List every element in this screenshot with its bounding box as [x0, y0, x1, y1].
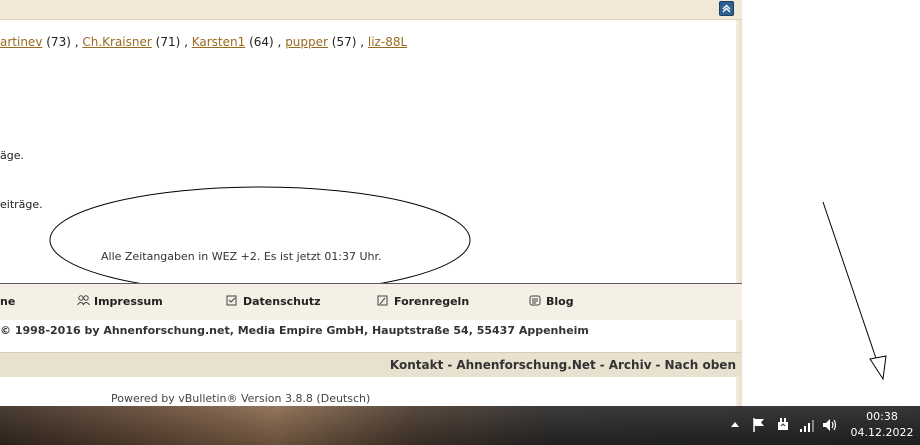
- stats-text-1: äge.: [0, 149, 24, 162]
- footer-blog[interactable]: Blog: [529, 295, 574, 308]
- footer-impressum[interactable]: Impressum: [77, 295, 163, 308]
- rules-icon: [377, 295, 388, 306]
- birthday-age: (57): [331, 35, 357, 49]
- collapse-icon[interactable]: [719, 1, 734, 16]
- show-hidden-icons-icon[interactable]: [730, 417, 740, 433]
- bottom-links: Kontakt - Ahnenforschung.Net - Archiv - Nach o…: [390, 358, 736, 372]
- birthday-user-link[interactable]: Ch.Kraisner: [82, 35, 151, 49]
- footer-datenschutz[interactable]: Datenschutz: [226, 295, 321, 308]
- forum-page: artinev (73) , Ch.Kraisner (71) , Karste…: [0, 0, 742, 406]
- hand-drawn-ellipse: [49, 186, 471, 294]
- separator: ,: [356, 35, 368, 49]
- home-link[interactable]: Ahnenforschung.Net: [456, 358, 595, 372]
- back-to-top-link[interactable]: Nach oben: [665, 358, 737, 372]
- birthday-user-link[interactable]: Karsten1: [192, 35, 246, 49]
- separator: ,: [273, 35, 286, 49]
- privacy-icon: [226, 295, 237, 306]
- clock-date: 04.12.2022: [850, 426, 914, 439]
- footer-navigation: ne Impressum Datenschutz Forenregeln Blo…: [0, 283, 742, 320]
- bottom-link-bar: Kontakt - Ahnenforschung.Net - Archiv - Nach o…: [0, 352, 742, 377]
- clock-time: 00:38: [866, 410, 898, 423]
- birthday-user-link[interactable]: pupper: [285, 35, 328, 49]
- separator: -: [655, 358, 661, 372]
- footer-home-link[interactable]: ne: [0, 295, 15, 308]
- separator: -: [447, 358, 453, 372]
- volume-icon[interactable]: [822, 417, 838, 433]
- windows-taskbar: [0, 406, 920, 445]
- page-edge: [736, 0, 742, 406]
- birthday-age: (71): [155, 35, 181, 49]
- birthday-age: (73): [46, 35, 71, 49]
- system-clock[interactable]: 00:38 04.12.2022: [850, 409, 914, 441]
- copyright-text: © 1998-2016 by Ahnenforschung.net, Media…: [0, 324, 589, 337]
- birthday-list: artinev (73) , Ch.Kraisner (71) , Karste…: [0, 35, 407, 49]
- users-icon: [77, 295, 90, 306]
- forenregeln-label: Forenregeln: [394, 295, 470, 308]
- stats-text-2: eiträge.: [0, 198, 43, 211]
- birthday-age: (64): [249, 35, 274, 49]
- timezone-info: Alle Zeitangaben in WEZ +2. Es ist jetzt…: [101, 250, 382, 263]
- impressum-label: Impressum: [94, 295, 163, 308]
- archive-link[interactable]: Archiv: [609, 358, 652, 372]
- blog-label: Blog: [546, 295, 574, 308]
- separator: ,: [70, 35, 83, 49]
- footer-forenregeln[interactable]: Forenregeln: [377, 295, 469, 308]
- birthday-user-link[interactable]: liz-88L: [368, 35, 407, 49]
- datenschutz-label: Datenschutz: [243, 295, 321, 308]
- contact-link[interactable]: Kontakt: [390, 358, 443, 372]
- power-plug-icon[interactable]: [775, 417, 791, 433]
- powered-by-text: Powered by vBulletin® Version 3.8.8 (Deu…: [111, 392, 371, 405]
- action-center-flag-icon[interactable]: [751, 417, 767, 433]
- birthday-user-link[interactable]: artinev: [0, 35, 42, 49]
- separator: -: [599, 358, 605, 372]
- blog-icon: [529, 295, 541, 306]
- separator: ,: [180, 35, 192, 49]
- network-signal-icon[interactable]: [799, 417, 815, 433]
- top-bar: [0, 0, 742, 20]
